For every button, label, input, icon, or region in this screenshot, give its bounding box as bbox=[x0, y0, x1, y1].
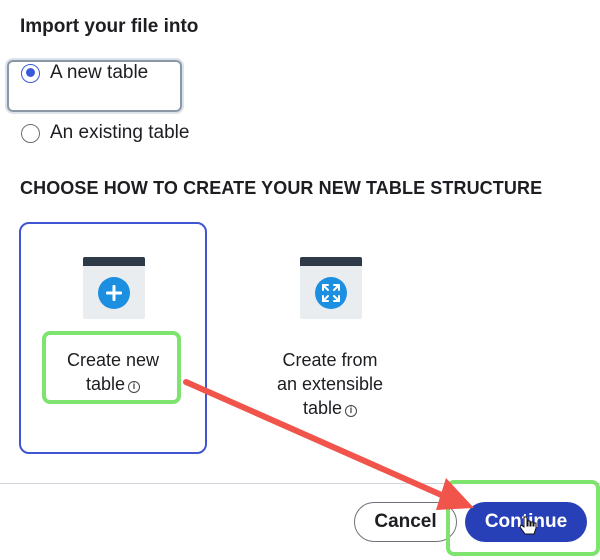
highlight-box-create-new bbox=[42, 331, 181, 404]
table-tile-icon bbox=[300, 257, 362, 319]
radio-existing-table[interactable]: An existing table bbox=[12, 122, 189, 144]
import-dialog: Import your file into A new table An exi… bbox=[0, 0, 600, 560]
radio-label-new-table: A new table bbox=[50, 62, 149, 83]
card-label-line: table i bbox=[238, 396, 422, 420]
plus-icon bbox=[98, 277, 130, 309]
cancel-button[interactable]: Cancel bbox=[354, 502, 457, 542]
card-label-line: Create from bbox=[282, 350, 378, 370]
card-create-from-extensible[interactable]: Create from an extensible table i bbox=[236, 222, 424, 454]
table-tile-icon bbox=[83, 257, 145, 319]
expand-arrows-icon bbox=[315, 277, 347, 309]
card-label-line: an extensible bbox=[276, 374, 384, 394]
info-icon[interactable]: i bbox=[345, 405, 358, 417]
radio-new-table[interactable]: A new table bbox=[12, 62, 148, 84]
radio-button-unchecked[interactable] bbox=[21, 123, 40, 143]
card-label-extensible: Create from an extensible table i bbox=[238, 348, 422, 420]
radio-label-existing-table: An existing table bbox=[50, 122, 190, 143]
import-into-heading: Import your file into bbox=[20, 16, 199, 37]
card-label-text: table bbox=[302, 398, 343, 418]
structure-heading: CHOOSE HOW TO CREATE YOUR NEW TABLE STRU… bbox=[20, 178, 543, 198]
radio-button-checked[interactable] bbox=[21, 63, 40, 83]
highlight-box-continue bbox=[446, 480, 600, 556]
